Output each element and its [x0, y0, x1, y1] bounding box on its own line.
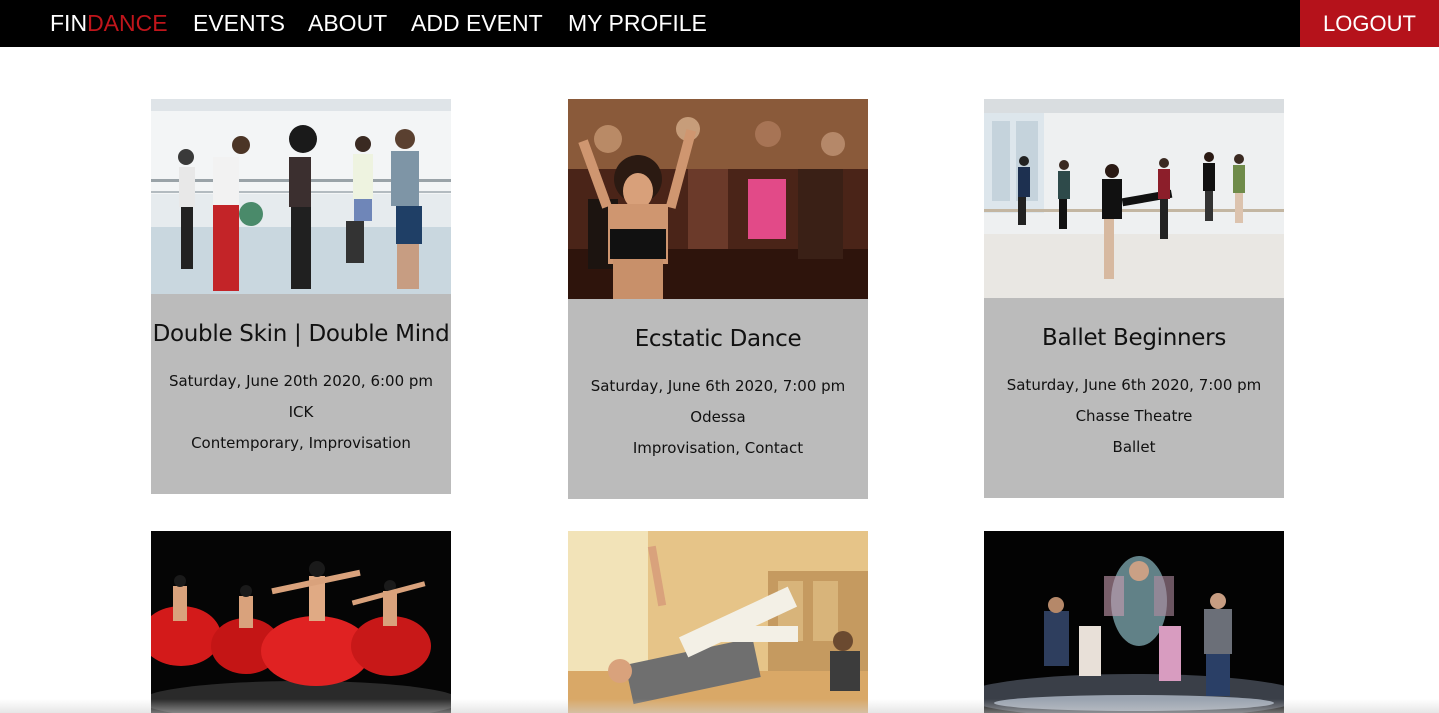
- nav-link-about[interactable]: ABOUT: [308, 0, 387, 47]
- event-datetime: Saturday, June 6th 2020, 7:00 pm: [1006, 376, 1262, 394]
- bottom-fade-overlay: [0, 699, 1439, 713]
- event-datetime: Saturday, June 6th 2020, 7:00 pm: [590, 377, 846, 395]
- logout-button[interactable]: LOGOUT: [1300, 0, 1439, 47]
- event-info: Ballet Beginners Saturday, June 6th 2020…: [984, 298, 1284, 498]
- event-styles: Improvisation, Contact: [632, 439, 804, 457]
- event-photo: [151, 99, 451, 294]
- event-title: Double Skin | Double Mind: [152, 321, 450, 347]
- nav-link-my-profile[interactable]: MY PROFILE: [568, 0, 707, 47]
- event-styles: Ballet: [1112, 438, 1156, 456]
- event-styles: Contemporary, Improvisation: [191, 434, 411, 452]
- nav-link-add-event[interactable]: ADD EVENT: [411, 0, 543, 47]
- event-photo: [568, 99, 868, 299]
- brand-accent-text: DANCE: [87, 10, 168, 36]
- event-info: Ecstatic Dance Saturday, June 6th 2020, …: [568, 299, 868, 499]
- nav-link-events[interactable]: EVENTS: [193, 0, 285, 47]
- top-navbar: FINDANCE EVENTS ABOUT ADD EVENT MY PROFI…: [0, 0, 1439, 47]
- brand-primary-text: FIN: [50, 10, 88, 36]
- event-datetime: Saturday, June 20th 2020, 6:00 pm: [168, 372, 434, 390]
- event-title: Ballet Beginners: [1042, 325, 1226, 351]
- event-info: Double Skin | Double Mind Saturday, June…: [151, 294, 451, 494]
- event-photo: [984, 99, 1284, 298]
- event-photo: [151, 531, 451, 713]
- brand-logo[interactable]: FINDANCE: [50, 0, 168, 47]
- event-photo: [984, 531, 1284, 713]
- event-photo: [568, 531, 868, 713]
- event-title: Ecstatic Dance: [634, 326, 802, 352]
- event-venue: Chasse Theatre: [1075, 407, 1193, 425]
- event-venue: ICK: [288, 403, 314, 421]
- event-venue: Odessa: [690, 408, 746, 426]
